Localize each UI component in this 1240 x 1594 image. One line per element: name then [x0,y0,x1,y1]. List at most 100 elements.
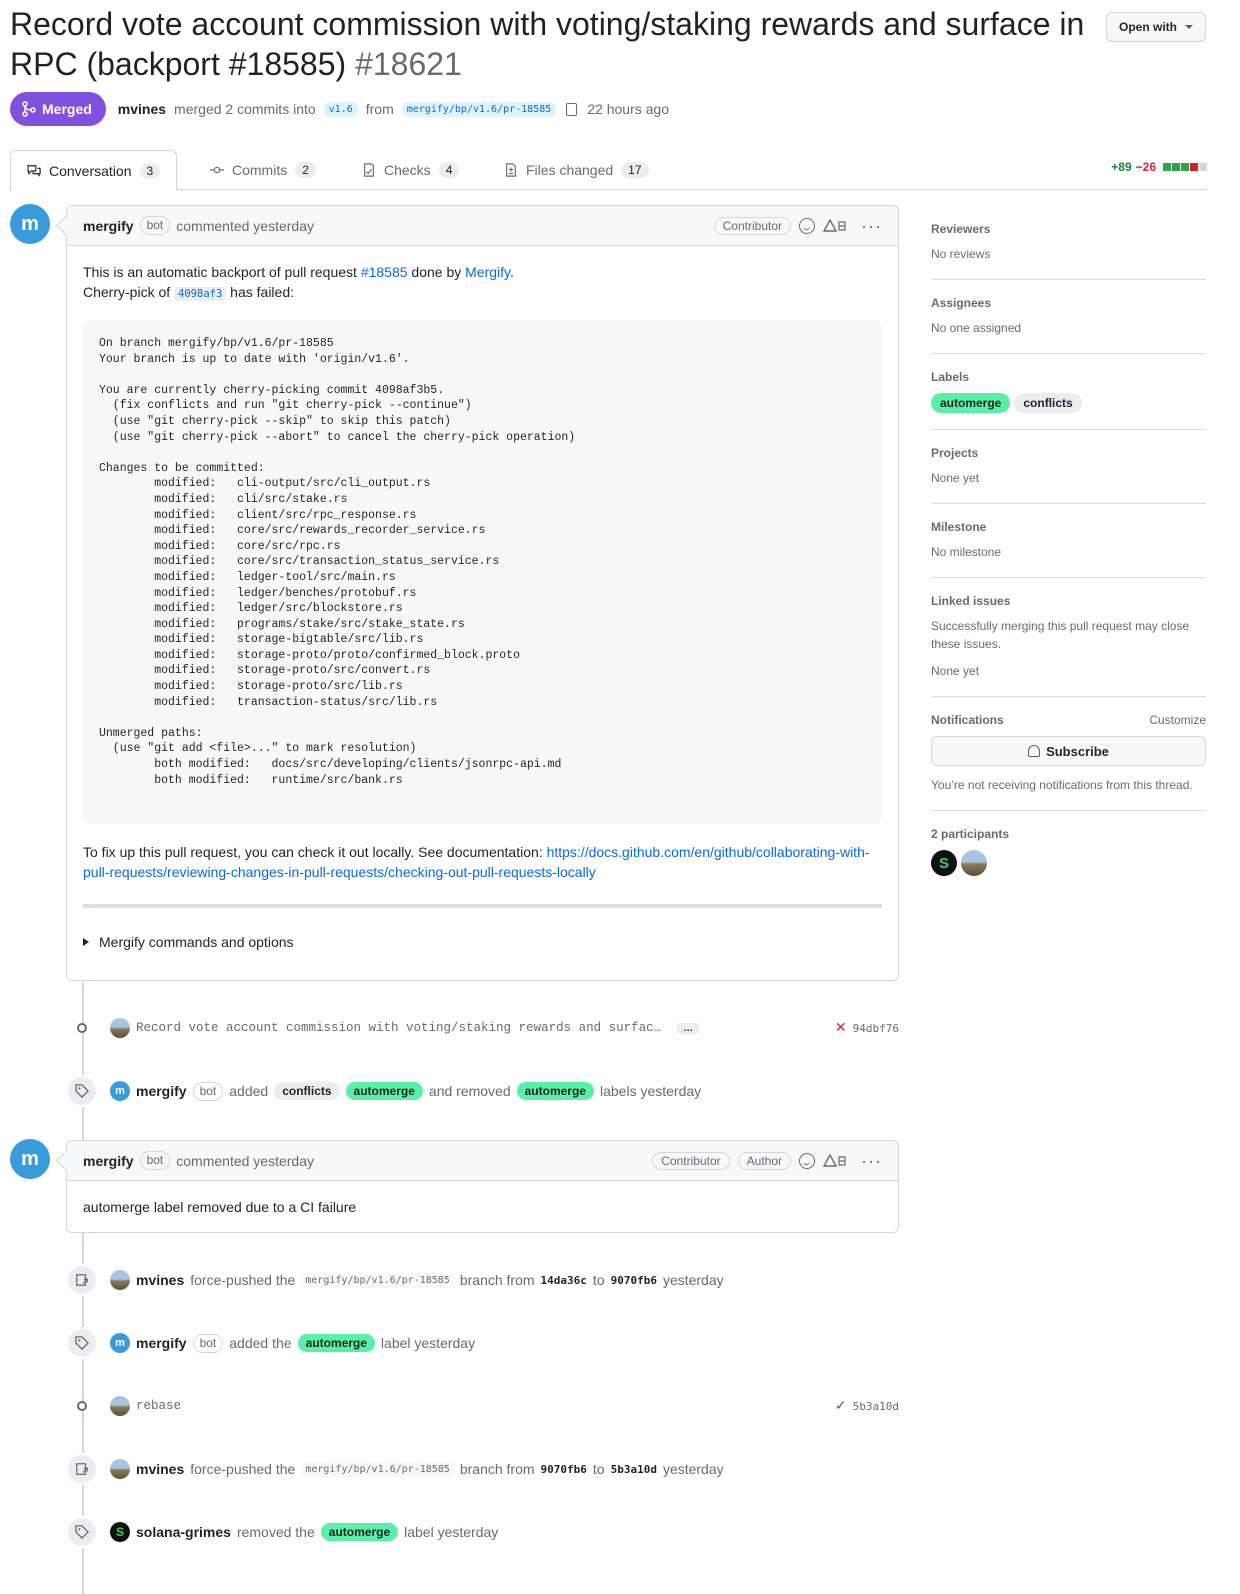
report-icon[interactable] [823,219,847,233]
sidebar-heading-text: Milestone [931,520,987,534]
event-author[interactable]: mvines [136,1461,184,1477]
comment-mergify-backport: mergify bot commented yesterday Contribu… [66,205,899,981]
pr-sidebar: Reviewers No reviews Assignees No one as… [931,206,1206,892]
solana-grimes-avatar[interactable]: S [931,850,957,876]
timeline-commit: rebase ✓ 5b3a10d [66,1390,899,1422]
event-author[interactable]: solana-grimes [136,1524,231,1540]
pr-reference-link[interactable]: #18585 [361,264,408,280]
commit-sha-from[interactable]: 14da36c [541,1274,587,1287]
event-timestamp[interactable]: labels yesterday [600,1083,701,1099]
tag-icon [66,1327,98,1359]
tab-checks[interactable]: Checks 4 [346,150,475,190]
label-automerge[interactable]: automerge [516,1082,594,1100]
tab-files-changed[interactable]: Files changed 17 [488,150,665,190]
comment-author[interactable]: mergify [83,218,134,234]
sidebar-heading-text: Linked issues [931,594,1011,608]
label-conflicts[interactable]: conflicts [1014,393,1082,413]
git-merge-icon [22,101,36,117]
customize-notifications-link[interactable]: Customize [1149,713,1206,727]
comment-line-1: This is an automatic backport of pull re… [83,262,882,282]
tab-conversation[interactable]: Conversation 3 [10,150,178,191]
mergify-avatar[interactable]: m [110,1081,130,1101]
sidebar-heading[interactable]: Reviewers [931,222,1206,236]
from-text: from [365,101,394,117]
mergify-avatar[interactable]: m [10,204,50,244]
sidebar-heading-text: Projects [931,446,979,460]
label-automerge[interactable]: automerge [345,1082,423,1100]
kebab-horizontal-icon[interactable]: ··· [861,1151,882,1172]
kebab-horizontal-icon[interactable]: ··· [861,216,882,237]
comment-author[interactable]: mergify [83,1153,134,1169]
contributor-label: Contributor [713,217,792,235]
pr-state-row: Merged mvines merged 2 commits into v1.6… [10,92,669,126]
branch-label[interactable]: mergify/bp/v1.6/pr-18585 [301,1272,454,1288]
comment-actions: Contributor ··· [713,206,882,246]
label-conflicts[interactable]: conflicts [274,1082,340,1100]
tab-commits-label: Commits [232,162,288,178]
comment-timestamp[interactable]: commented yesterday [176,218,314,234]
commit-sha-link[interactable]: 4098af3 [174,287,227,301]
event-timestamp[interactable]: label yesterday [404,1524,498,1540]
commit-sha[interactable]: 94dbf76 [853,1022,899,1035]
tab-commits-count: 2 [295,162,316,178]
sidebar-heading[interactable]: Assignees [931,296,1206,310]
sidebar-heading[interactable]: Linked issues [931,594,1206,608]
label-automerge[interactable]: automerge [320,1523,399,1541]
avatar[interactable] [110,1396,130,1416]
merged-time: 22 hours ago [587,101,669,117]
mvines-avatar[interactable] [961,850,987,876]
mergify-avatar[interactable]: m [110,1333,130,1353]
copy-icon[interactable] [566,102,578,116]
smiley-icon[interactable] [799,1153,816,1169]
mergify-avatar[interactable]: m [10,1139,50,1179]
solana-grimes-avatar[interactable]: S [110,1522,130,1542]
comment-actions: Contributor Author ··· [652,1141,882,1181]
sidebar-value: None yet [931,664,980,678]
check-icon[interactable]: ✓ [835,1398,847,1414]
mvines-avatar[interactable] [110,1459,130,1479]
tab-commits[interactable]: Commits 2 [194,150,332,190]
sidebar-heading[interactable]: Labels [931,370,1206,384]
commit-sha-to[interactable]: 9070fb6 [611,1274,657,1287]
sidebar-heading-text: 2 participants [931,827,1010,841]
open-with-button[interactable]: Open with [1106,12,1206,42]
sidebar-heading[interactable]: Milestone [931,520,1206,534]
smiley-icon[interactable] [799,218,816,234]
bot-label: bot [192,1081,224,1101]
subscribe-button[interactable]: Subscribe [931,736,1206,766]
commit-sha-from[interactable]: 9070fb6 [541,1463,587,1476]
diffstat: +89 −26 [1111,160,1207,174]
mvines-avatar[interactable] [110,1270,130,1290]
event-author[interactable]: mvines [136,1272,184,1288]
sidebar-heading[interactable]: Projects [931,446,1206,460]
event-author[interactable]: mergify [136,1083,187,1099]
event-timestamp[interactable]: label yesterday [381,1335,475,1351]
commit-sha-to[interactable]: 5b3a10d [611,1463,657,1476]
commit-sha[interactable]: 5b3a10d [853,1400,899,1413]
event-timestamp[interactable]: yesterday [663,1461,724,1477]
event-timestamp[interactable]: yesterday [663,1272,724,1288]
pr-title: Record vote account commission with voti… [10,4,1110,84]
branch-label[interactable]: mergify/bp/v1.6/pr-18585 [301,1461,454,1477]
base-branch-label[interactable]: v1.6 [323,101,358,117]
head-branch-label[interactable]: mergify/bp/v1.6/pr-18585 [401,101,557,117]
open-with-label: Open with [1119,20,1177,34]
label-automerge[interactable]: automerge [297,1334,375,1352]
comment-timestamp[interactable]: commented yesterday [176,1153,314,1169]
avatar[interactable] [110,1018,130,1038]
expand-commit-button[interactable]: … [677,1022,700,1034]
mergify-commands-details[interactable]: Mergify commands and options [83,932,882,952]
mergify-link[interactable]: Mergify [465,264,510,280]
merged-text: merged 2 commits into [174,101,316,117]
x-icon[interactable]: ✕ [835,1020,847,1036]
chevron-down-icon [1185,25,1193,29]
commit-status: ✓ 5b3a10d [835,1398,899,1414]
commit-message-link[interactable]: rebase [136,1399,181,1413]
sidebar-assignees: Assignees No one assigned [931,280,1206,354]
pr-author-link[interactable]: mvines [118,101,166,117]
checklist-icon [364,163,374,177]
label-automerge[interactable]: automerge [931,393,1011,413]
report-icon[interactable] [823,1154,847,1168]
event-author[interactable]: mergify [136,1335,187,1351]
commit-message-link[interactable]: Record vote account commission with voti… [136,1021,661,1035]
